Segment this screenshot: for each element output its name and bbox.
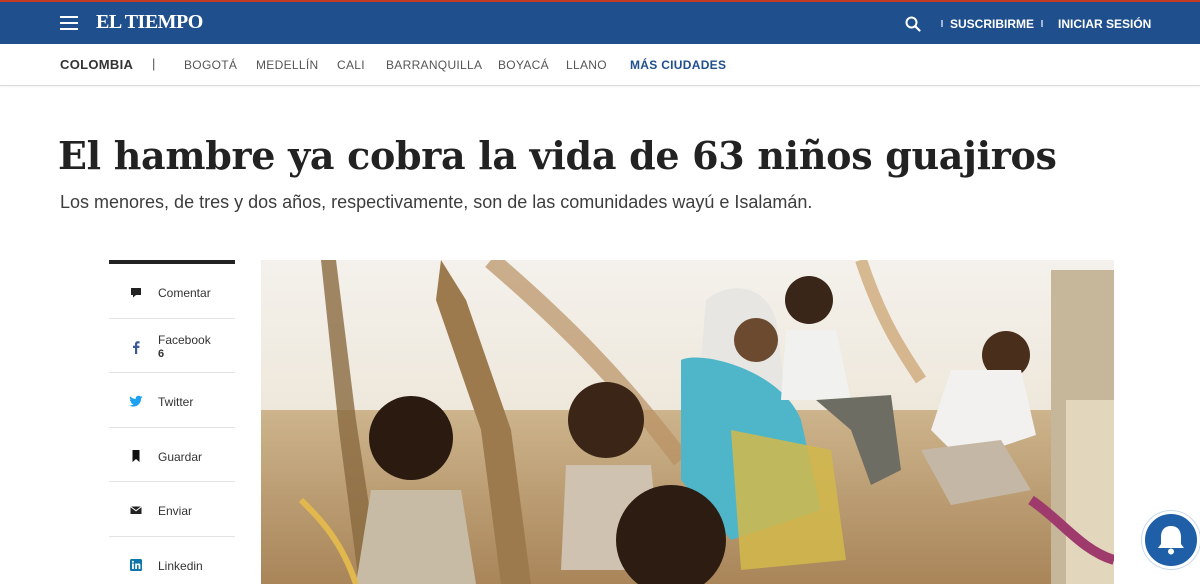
notifications-button[interactable]	[1142, 511, 1200, 569]
nav-city-llano[interactable]: LLANO	[566, 58, 607, 72]
share-label: Guardar	[158, 449, 203, 464]
nav-city-barranquilla[interactable]: BARRANQUILLA	[386, 58, 482, 72]
menu-icon[interactable]	[60, 16, 78, 30]
facebook-share-count: 6	[158, 347, 165, 360]
nav-city-medellin[interactable]: MEDELLÍN	[256, 58, 318, 72]
nav-colombia[interactable]: COLOMBIA	[60, 57, 133, 72]
header-divider	[941, 20, 943, 27]
share-twitter-button[interactable]: Twitter	[109, 373, 235, 428]
share-label: Twitter	[158, 395, 194, 409]
nav-city-bogota[interactable]: BOGOTÁ	[184, 58, 237, 72]
bookmark-icon	[132, 449, 140, 462]
linkedin-icon	[130, 558, 142, 571]
share-label: Enviar	[158, 504, 193, 518]
share-email-button[interactable]: Enviar	[109, 482, 235, 537]
top-bar: EL TIEMPO SUSCRIBIRME INICIAR SESIÓN	[0, 0, 1200, 44]
login-link[interactable]: INICIAR SESIÓN	[1058, 17, 1151, 31]
nav-more-cities[interactable]: MÁS CIUDADES	[630, 58, 726, 72]
share-bar: Comentar Facebook 6 Twitter Guardar Envi…	[109, 260, 235, 584]
share-label: Facebook	[158, 332, 211, 347]
comment-icon	[131, 288, 141, 298]
nav-separator: |	[152, 56, 156, 71]
share-label: Comentar	[158, 286, 211, 300]
header-divider	[1041, 20, 1043, 27]
share-save-button[interactable]: Guardar	[109, 428, 235, 482]
mail-icon	[130, 506, 142, 514]
city-nav: COLOMBIA | BOGOTÁ MEDELLÍN CALI BARRANQU…	[0, 44, 1200, 86]
search-icon[interactable]	[905, 16, 921, 32]
article-photo	[261, 260, 1114, 584]
subscribe-link[interactable]: SUSCRIBIRME	[950, 17, 1034, 31]
share-comment-button[interactable]: Comentar	[109, 264, 235, 319]
article-title: El hambre ya cobra la vida de 63 niños g…	[58, 133, 1057, 178]
share-linkedin-button[interactable]: Linkedin	[109, 537, 235, 584]
nav-city-boyaca[interactable]: BOYACÁ	[498, 58, 549, 72]
nav-city-cali[interactable]: CALI	[337, 58, 365, 72]
twitter-icon	[129, 395, 143, 407]
article-subtitle: Los menores, de tres y dos años, respect…	[60, 192, 813, 212]
facebook-icon	[133, 340, 140, 354]
site-logo[interactable]: EL TIEMPO	[96, 11, 203, 34]
share-label: Linkedin	[158, 558, 203, 573]
bell-icon	[1158, 526, 1184, 555]
share-facebook-button[interactable]: Facebook 6	[109, 319, 235, 373]
